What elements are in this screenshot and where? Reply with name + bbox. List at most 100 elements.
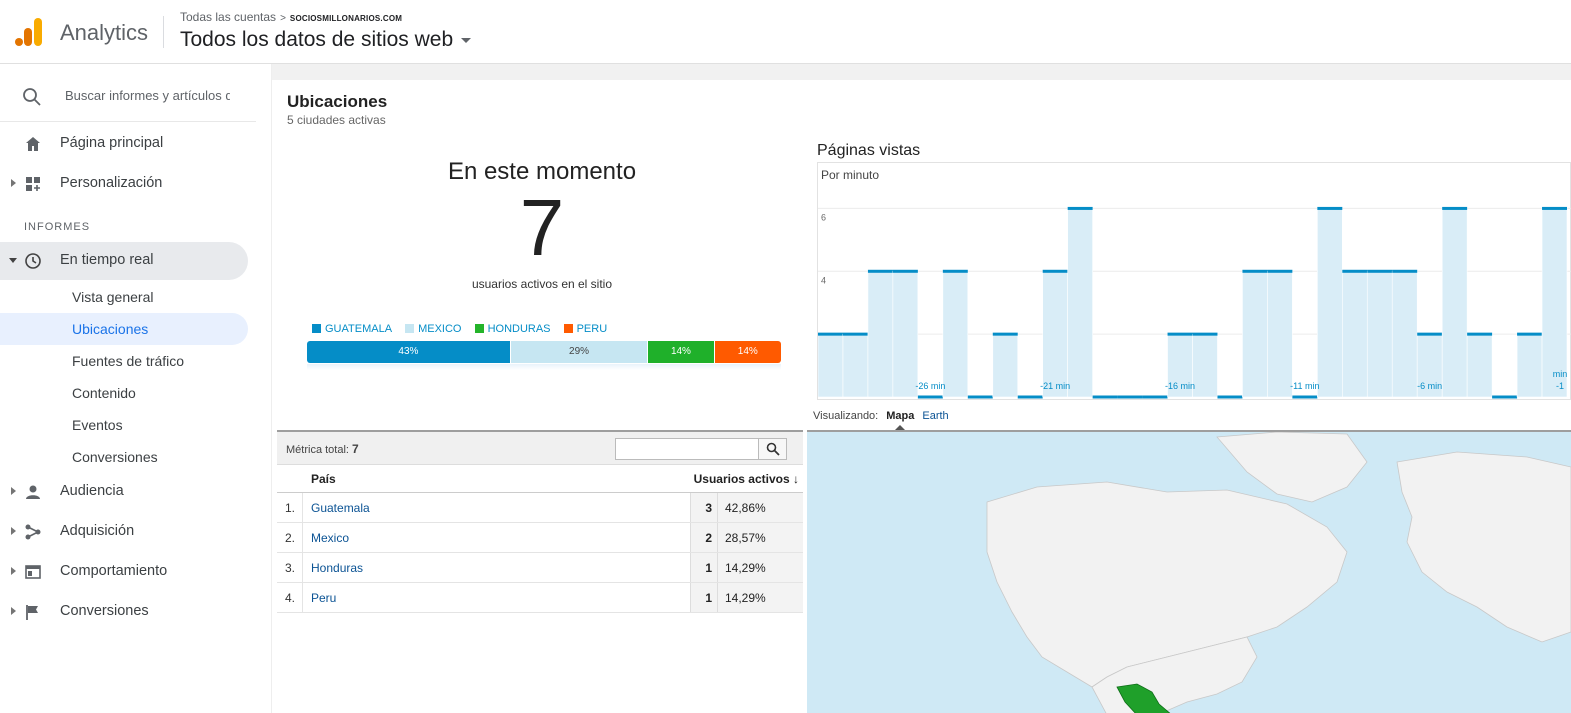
row-index: 3. bbox=[277, 553, 303, 582]
sidebar-item-label: Conversiones bbox=[60, 603, 149, 619]
row-percent: 42,86% bbox=[718, 493, 803, 522]
country-link[interactable]: Honduras bbox=[311, 561, 363, 575]
sidebar-item-conversions[interactable]: Conversiones bbox=[0, 593, 248, 631]
sidebar-item-realtime[interactable]: En tiempo real bbox=[0, 242, 248, 280]
pageviews-bar-top bbox=[1017, 395, 1043, 399]
pageviews-chart-svg: 246-26 min-21 min-16 min-11 min-6 minmin… bbox=[818, 206, 1571, 399]
pageviews-bar bbox=[1317, 208, 1343, 398]
tab-earth[interactable]: Earth bbox=[922, 410, 948, 422]
pageviews-bar-top bbox=[1442, 206, 1468, 210]
sidebar-item-label: Comportamiento bbox=[60, 563, 168, 579]
sidebar-item-audience[interactable]: Audiencia bbox=[0, 473, 248, 511]
pageviews-bar bbox=[1391, 270, 1418, 398]
legend-label: GUATEMALA bbox=[325, 323, 393, 335]
pageviews-bar-top bbox=[1042, 269, 1068, 273]
sidebar-subitem-content[interactable]: Contenido bbox=[0, 377, 248, 409]
x-tick-label: -26 min bbox=[915, 381, 945, 391]
table-row: 3. Honduras 1 14,29% bbox=[277, 553, 803, 583]
x-tick-label: -16 min bbox=[1165, 381, 1195, 391]
tab-map[interactable]: Mapa bbox=[886, 410, 914, 422]
pageviews-bar-top bbox=[1242, 269, 1268, 273]
pageviews-bar bbox=[1042, 270, 1068, 398]
breadcrumb-all-accounts[interactable]: Todas las cuentas bbox=[180, 10, 276, 24]
legend-item: MEXICO bbox=[405, 323, 462, 335]
expand-arrow-icon[interactable] bbox=[11, 607, 16, 615]
expand-arrow-icon[interactable] bbox=[11, 567, 16, 575]
behavior-window-icon bbox=[25, 565, 41, 579]
table-search-button[interactable] bbox=[758, 439, 786, 459]
country-link[interactable]: Mexico bbox=[311, 531, 349, 545]
pageviews-bar-top bbox=[1317, 206, 1343, 210]
pageviews-bar bbox=[842, 333, 869, 398]
active-users-label: usuarios activos en el sitio bbox=[471, 277, 613, 291]
share-legend: GUATEMALA MEXICO HONDURAS PERU bbox=[312, 323, 617, 335]
report-panel: Ubicaciones 5 ciudades activas En este m… bbox=[272, 80, 1571, 713]
main-content: Ubicaciones 5 ciudades activas En este m… bbox=[272, 64, 1571, 713]
sidebar-item-customization[interactable]: Personalización bbox=[0, 165, 248, 203]
now-title: En este momento bbox=[447, 158, 637, 185]
share-stacked-bar: 43% 29% 14% 14% bbox=[307, 341, 781, 363]
legend-swatch bbox=[474, 324, 484, 333]
table-row: 4. Peru 1 14,29% bbox=[277, 583, 803, 613]
pageviews-bar bbox=[1466, 333, 1493, 398]
column-header-country[interactable]: País bbox=[311, 472, 336, 486]
x-tick-label: -6 min bbox=[1417, 381, 1442, 391]
metric-total-value: 7 bbox=[352, 442, 359, 456]
breadcrumb[interactable]: Todas las cuentas > SOCIOSMILLONARIOS.COM bbox=[180, 10, 402, 24]
pageviews-bar bbox=[892, 270, 919, 398]
sidebar-item-label: Personalización bbox=[60, 175, 163, 191]
collapse-arrow-icon[interactable] bbox=[9, 258, 17, 263]
sidebar-subitem-locations[interactable]: Ubicaciones bbox=[0, 313, 248, 345]
sidebar-subitem-label: Fuentes de tráfico bbox=[72, 353, 185, 369]
breadcrumb-site[interactable]: SOCIOSMILLONARIOS.COM bbox=[290, 14, 402, 23]
pageviews-bar-top bbox=[1392, 269, 1418, 273]
sidebar-subitem-events[interactable]: Eventos bbox=[0, 409, 248, 441]
pageviews-bar bbox=[1516, 333, 1543, 398]
search-input[interactable]: Buscar informes y artículos d bbox=[65, 88, 230, 103]
sidebar-search[interactable]: Buscar informes y artículos d bbox=[0, 74, 256, 122]
analytics-logo-icon[interactable] bbox=[14, 16, 44, 48]
column-header-active-users[interactable]: Usuarios activos ↓ bbox=[694, 472, 799, 486]
country-link[interactable]: Peru bbox=[311, 591, 336, 605]
expand-arrow-icon[interactable] bbox=[11, 487, 16, 495]
sidebar-item-acquisition[interactable]: Adquisición bbox=[0, 513, 248, 551]
world-map[interactable] bbox=[807, 430, 1571, 713]
sidebar-subitem-label: Conversiones bbox=[72, 449, 158, 465]
pageviews-bar-top bbox=[967, 395, 993, 399]
view-name: Todos los datos de sitios web bbox=[180, 28, 454, 51]
sidebar: Buscar informes y artículos d Página pri… bbox=[0, 64, 272, 713]
sidebar-item-label: En tiempo real bbox=[60, 252, 154, 268]
pageviews-bar-top bbox=[1067, 206, 1093, 210]
expand-arrow-icon[interactable] bbox=[11, 179, 16, 187]
country-link[interactable]: Guatemala bbox=[311, 501, 370, 515]
view-selector[interactable]: Todos los datos de sitios web bbox=[180, 28, 472, 52]
column-header-label: Usuarios activos bbox=[693, 472, 790, 486]
row-index: 1. bbox=[277, 493, 303, 522]
pageviews-bar bbox=[942, 270, 969, 398]
person-icon bbox=[26, 485, 40, 499]
sidebar-subitem-conversions[interactable]: Conversiones bbox=[0, 441, 248, 473]
pageviews-bar-top bbox=[992, 332, 1018, 336]
x-tick-label: -11 min bbox=[1290, 381, 1319, 391]
row-count: 1 bbox=[690, 553, 718, 582]
country-table: Métrica total: 7 País Usuarios activos ↓… bbox=[277, 430, 803, 613]
legend-swatch bbox=[312, 324, 321, 333]
sidebar-subitem-overview[interactable]: Vista general bbox=[0, 281, 248, 313]
legend-swatch bbox=[405, 324, 415, 333]
table-search-input[interactable] bbox=[615, 438, 787, 460]
pageviews-bar-top bbox=[1367, 269, 1393, 273]
sidebar-item-home[interactable]: Página principal bbox=[0, 125, 248, 163]
metric-total: Métrica total: 7 bbox=[286, 442, 359, 456]
home-icon bbox=[26, 137, 40, 151]
legend-swatch bbox=[563, 324, 573, 333]
sidebar-item-behavior[interactable]: Comportamiento bbox=[0, 553, 248, 591]
sidebar-subitem-traffic-sources[interactable]: Fuentes de tráfico bbox=[0, 345, 248, 377]
pageviews-bar bbox=[1366, 270, 1393, 398]
sidebar-subitem-label: Contenido bbox=[72, 385, 136, 401]
expand-arrow-icon[interactable] bbox=[11, 527, 16, 535]
pageviews-bar-top bbox=[1492, 395, 1518, 399]
pageviews-bar-top bbox=[1292, 395, 1318, 399]
legend-item: PERU bbox=[563, 323, 607, 335]
pageviews-bar-top bbox=[1167, 332, 1193, 336]
pageviews-bar-top bbox=[818, 332, 843, 336]
